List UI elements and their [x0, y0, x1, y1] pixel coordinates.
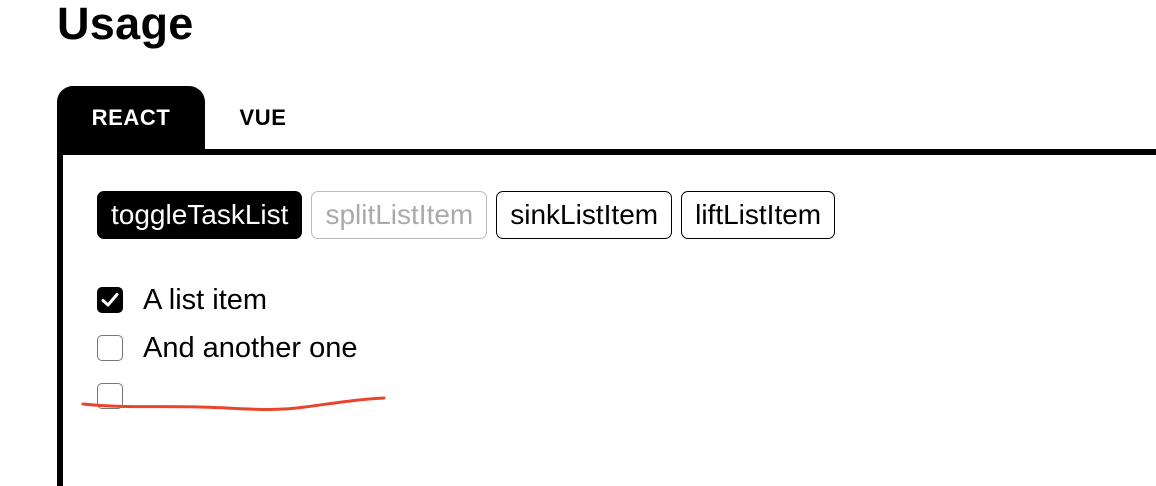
- tab-react[interactable]: REACT: [57, 86, 205, 150]
- task-item-text[interactable]: A list item: [143, 276, 267, 324]
- red-underline-annotation: [81, 396, 386, 411]
- lift-list-item-button[interactable]: liftListItem: [681, 191, 836, 239]
- checkmark-icon: [101, 293, 119, 307]
- page-title: Usage: [57, 0, 194, 49]
- sink-list-item-button[interactable]: sinkListItem: [496, 191, 673, 239]
- task-item: And another one: [97, 324, 357, 372]
- tab-panel-top-border: [57, 149, 1156, 155]
- task-checkbox[interactable]: [97, 335, 123, 361]
- task-item: A list item: [97, 276, 357, 324]
- page: Usage REACT VUE toggleTaskList splitList…: [0, 0, 1156, 486]
- toggle-task-list-button[interactable]: toggleTaskList: [97, 191, 303, 239]
- task-checkbox-checked[interactable]: [97, 287, 123, 313]
- tab-panel-left-border: [57, 149, 63, 486]
- editor-toolbar: toggleTaskList splitListItem sinkListIte…: [97, 191, 836, 239]
- split-list-item-button[interactable]: splitListItem: [311, 191, 488, 239]
- task-item-text[interactable]: And another one: [143, 324, 357, 372]
- tab-vue[interactable]: VUE: [213, 86, 313, 150]
